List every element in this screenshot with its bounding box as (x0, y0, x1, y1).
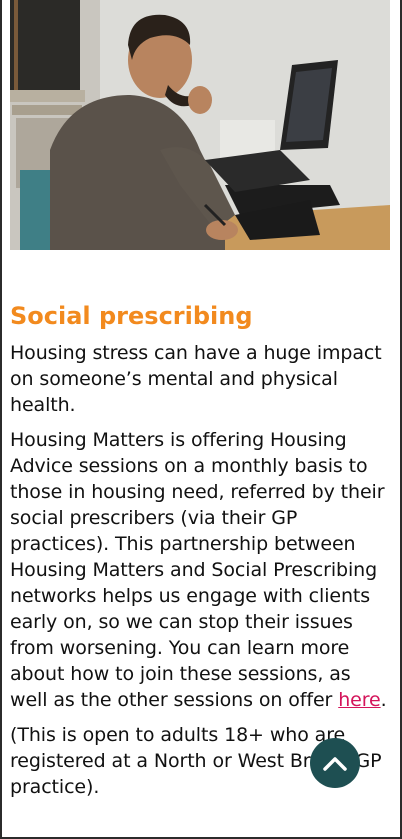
hero-photo (10, 0, 390, 250)
here-link[interactable]: here (338, 689, 381, 711)
back-to-top-button[interactable] (310, 738, 360, 788)
details-period: . (380, 689, 387, 711)
details-text: Housing Matters is offering Housing Advi… (10, 429, 385, 711)
social-prescribing-section: Social prescribing Housing stress can ha… (10, 300, 390, 809)
chevron-up-icon (323, 757, 347, 771)
section-title: Social prescribing (10, 302, 253, 330)
details-paragraph: Housing Matters is offering Housing Advi… (10, 427, 390, 713)
intro-paragraph: Housing stress can have a huge impact on… (10, 342, 382, 416)
